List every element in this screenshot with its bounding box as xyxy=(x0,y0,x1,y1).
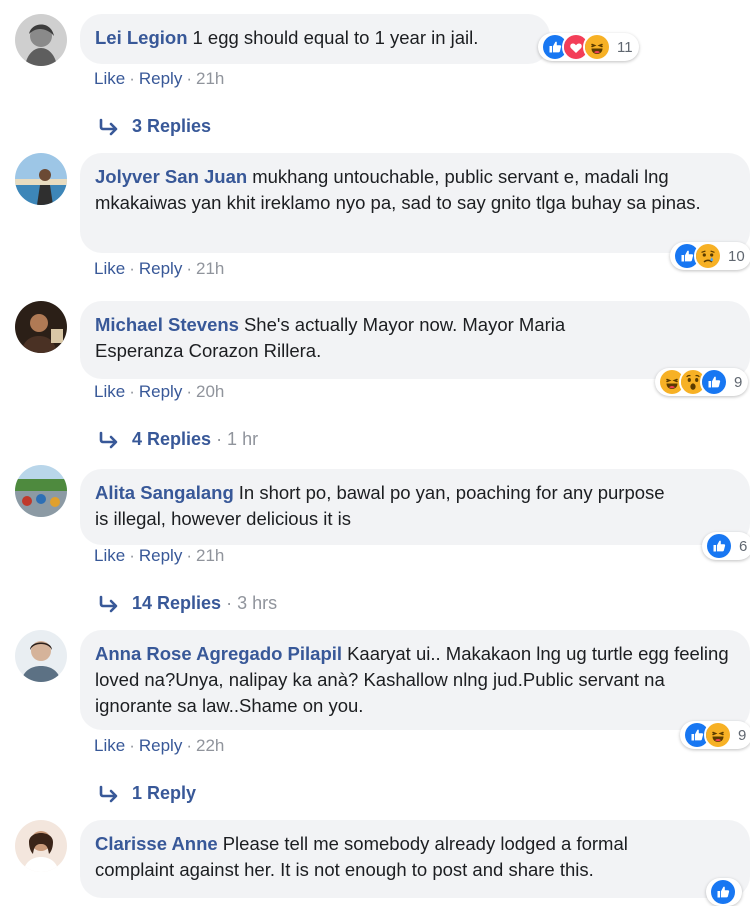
view-replies-link[interactable]: 1 Reply xyxy=(98,783,196,804)
separator: · xyxy=(186,382,192,401)
avatar[interactable] xyxy=(15,820,67,872)
like-link[interactable]: Like xyxy=(94,736,125,755)
separator: · xyxy=(129,382,135,401)
comment-bubble: Anna Rose Agregado Pilapil Kaaryat ui.. M… xyxy=(80,630,750,730)
comment-author[interactable]: Jolyver San Juan xyxy=(95,166,247,187)
avatar[interactable] xyxy=(15,301,67,353)
separator: · xyxy=(186,736,192,755)
comment-author[interactable]: Lei Legion xyxy=(95,27,188,48)
reaction-count: 9 xyxy=(738,726,747,744)
reactions-summary[interactable]: 11 xyxy=(538,33,639,61)
reply-arrow-icon xyxy=(98,785,120,803)
reaction-count: 9 xyxy=(734,373,743,391)
comment-actions: Like · Reply · 20h xyxy=(94,382,224,402)
comment-author[interactable]: Michael Stevens xyxy=(95,314,239,335)
haha-reaction-icon xyxy=(583,33,611,61)
reactions-summary[interactable]: 9 xyxy=(655,368,749,396)
like-link[interactable]: Like xyxy=(94,382,125,401)
comment-bubble: Lei Legion 1 egg should equal to 1 year i… xyxy=(80,14,550,64)
view-replies-link[interactable]: 3 Replies xyxy=(98,116,211,137)
reply-link[interactable]: Reply xyxy=(139,259,182,278)
comment-author[interactable]: Clarisse Anne xyxy=(95,833,218,854)
reaction-count: 11 xyxy=(617,38,633,56)
comment-time[interactable]: 21h xyxy=(196,259,224,278)
avatar[interactable] xyxy=(15,153,67,205)
replies-label[interactable]: 4 Replies xyxy=(132,429,211,450)
comment-bubble: Michael Stevens She's actually Mayor now.… xyxy=(80,301,750,379)
reactions-summary[interactable] xyxy=(706,878,742,906)
avatar[interactable] xyxy=(15,630,67,682)
comment-author[interactable]: Alita Sangalang xyxy=(95,482,234,503)
reactions-summary[interactable]: 9 xyxy=(680,721,750,749)
separator: · xyxy=(186,546,192,565)
like-link[interactable]: Like xyxy=(94,259,125,278)
comment-time[interactable]: 22h xyxy=(196,736,224,755)
reply-link[interactable]: Reply xyxy=(139,382,182,401)
comment-time[interactable]: 20h xyxy=(196,382,224,401)
like-reaction-icon xyxy=(705,532,733,560)
avatar[interactable] xyxy=(15,14,67,66)
separator: · xyxy=(129,546,135,565)
comment-bubble: Alita Sangalang In short po, bawal po yan… xyxy=(80,469,750,545)
comment-author[interactable]: Anna Rose Agregado Pilapil xyxy=(95,643,342,664)
like-link[interactable]: Like xyxy=(94,546,125,565)
comment-bubble: Clarisse Anne Please tell me somebody alr… xyxy=(80,820,750,898)
separator: · xyxy=(186,259,192,278)
comment-actions: Like · Reply · 21h xyxy=(94,69,224,89)
reaction-count: 6 xyxy=(739,537,748,555)
reply-link[interactable]: Reply xyxy=(139,736,182,755)
separator: · xyxy=(129,736,135,755)
reactions-summary[interactable]: 10 xyxy=(670,242,750,270)
replies-label[interactable]: 1 Reply xyxy=(132,783,196,804)
comment-time[interactable]: 21h xyxy=(196,69,224,88)
comment-actions: Like · Reply · 21h xyxy=(94,259,224,279)
comment-time[interactable]: 21h xyxy=(196,546,224,565)
reaction-count: 10 xyxy=(728,247,745,265)
like-link[interactable]: Like xyxy=(94,69,125,88)
replies-time: · 3 hrs xyxy=(226,593,278,613)
like-reaction-icon xyxy=(709,878,737,906)
replies-label[interactable]: 3 Replies xyxy=(132,116,211,137)
view-replies-link[interactable]: 4 Replies · 1 hr xyxy=(98,429,258,450)
reply-arrow-icon xyxy=(98,595,120,613)
reply-link[interactable]: Reply xyxy=(139,546,182,565)
like-reaction-icon xyxy=(700,368,728,396)
sad-reaction-icon xyxy=(694,242,722,270)
comment-text: 1 egg should equal to 1 year in jail. xyxy=(192,27,479,48)
comment-actions: Like · Reply · 21h xyxy=(94,546,224,566)
reply-arrow-icon xyxy=(98,431,120,449)
comment-bubble: Jolyver San Juan mukhang untouchable, pub… xyxy=(80,153,750,253)
comment-actions: Like · Reply · 22h xyxy=(94,736,224,756)
separator: · xyxy=(186,69,192,88)
reply-link[interactable]: Reply xyxy=(139,69,182,88)
replies-label[interactable]: 14 Replies xyxy=(132,593,221,614)
separator: · xyxy=(129,69,135,88)
replies-time: · 1 hr xyxy=(216,429,259,449)
haha-reaction-icon xyxy=(704,721,732,749)
view-replies-link[interactable]: 14 Replies · 3 hrs xyxy=(98,593,277,614)
reply-arrow-icon xyxy=(98,118,120,136)
reactions-summary[interactable]: 6 xyxy=(702,532,750,560)
separator: · xyxy=(129,259,135,278)
avatar[interactable] xyxy=(15,465,67,517)
